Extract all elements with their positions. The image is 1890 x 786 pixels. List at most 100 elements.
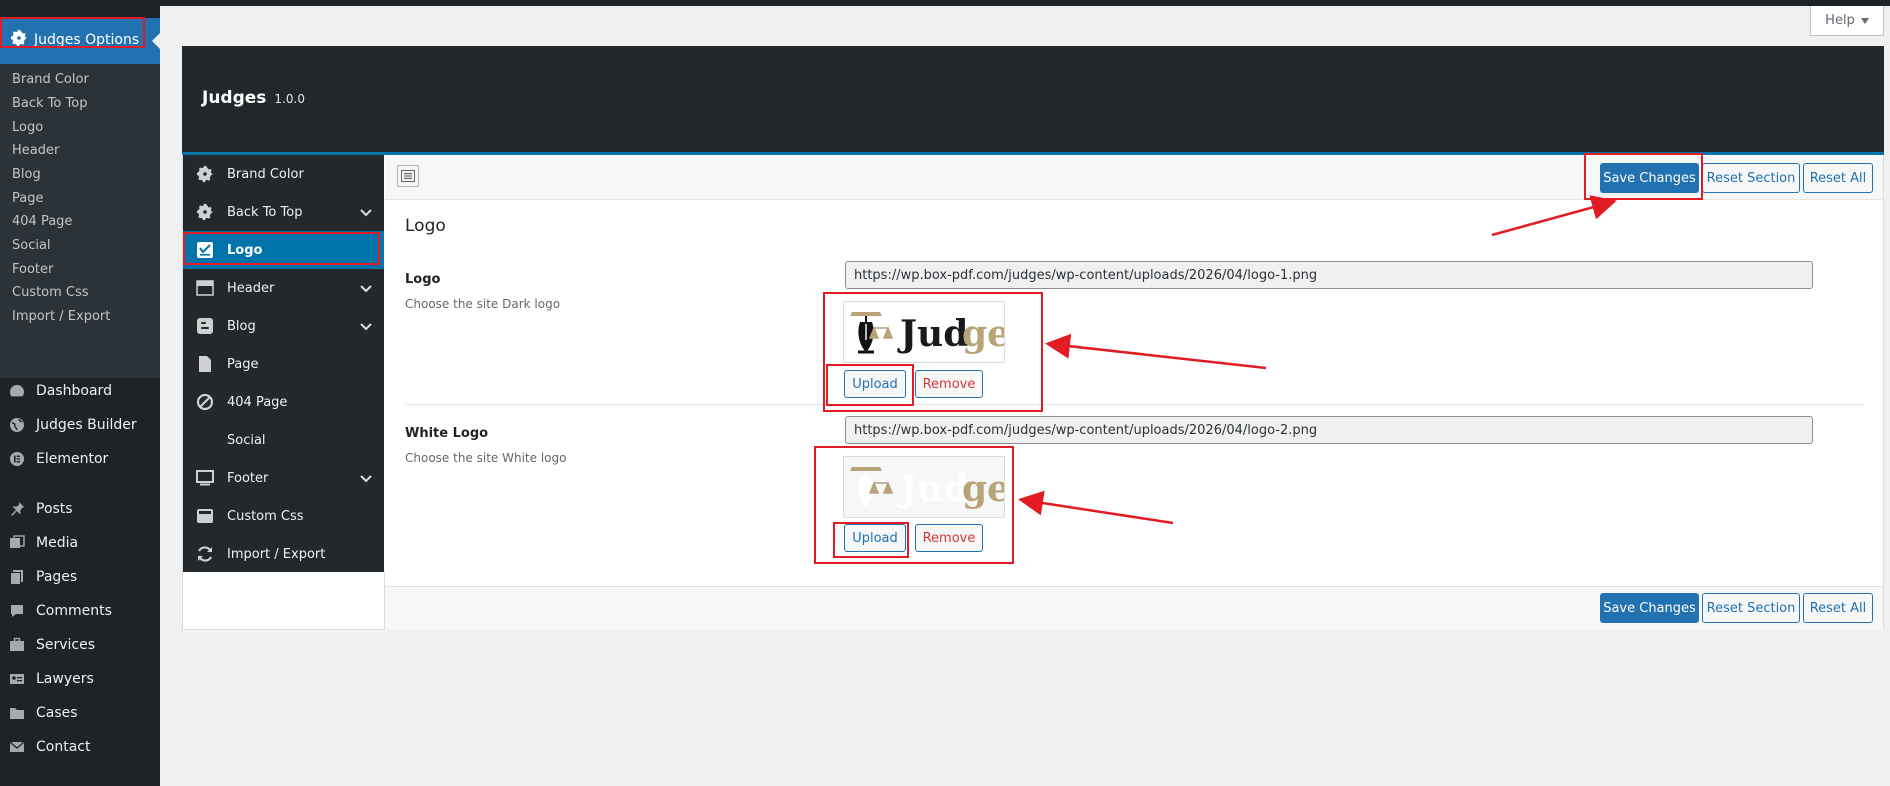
options-nav-page[interactable]: Page [183, 345, 384, 383]
help-tab[interactable]: Help [1810, 6, 1884, 36]
options-sidebar: Brand Color Back To Top Logo Header Blog… [183, 155, 384, 572]
expand-options-button[interactable] [397, 165, 419, 187]
menu-judges-builder-label: Judges Builder [36, 417, 137, 433]
white-logo-field-desc: Choose the site White logo [405, 451, 567, 465]
white-logo-field-title: White Logo [405, 426, 489, 441]
menu-media-label: Media [36, 535, 79, 551]
menu-judges-builder[interactable]: Judges Builder [8, 416, 137, 434]
menu-comments-label: Comments [36, 603, 112, 619]
white-logo-url-input[interactable] [845, 416, 1813, 444]
folder-icon [8, 704, 26, 722]
wp-admin-sidebar: Judges Options Brand Color Back To Top L… [0, 6, 160, 786]
submenu-page[interactable]: Page [12, 191, 43, 206]
menu-posts-label: Posts [36, 501, 73, 517]
wp-submenu: Brand Color Back To Top Logo Header Blog… [0, 64, 160, 378]
reset-all-button[interactable]: Reset All [1803, 163, 1873, 193]
options-nav-header[interactable]: Header [183, 269, 384, 307]
menu-comments[interactable]: Comments [8, 602, 112, 620]
media-icon [8, 534, 26, 552]
options-nav-label: 404 Page [227, 394, 288, 410]
menu-cases-label: Cases [36, 705, 78, 721]
submenu-404-page[interactable]: 404 Page [12, 214, 72, 229]
options-nav-label: Social [227, 432, 266, 448]
logo-field-desc: Choose the site Dark logo [405, 297, 561, 311]
options-nav-social[interactable]: Social [183, 421, 384, 459]
options-nav-custom-css[interactable]: Custom Css [183, 497, 384, 535]
options-nav-import-export[interactable]: Import / Export [183, 535, 384, 573]
section-title: Logo [405, 216, 446, 236]
css-icon [195, 508, 215, 524]
submenu-blog[interactable]: Blog [12, 167, 41, 182]
menu-services[interactable]: Services [8, 636, 95, 654]
reset-section-button-bottom[interactable]: Reset Section [1702, 593, 1800, 623]
pin-icon [8, 500, 26, 518]
options-nav-label: Back To Top [227, 204, 303, 220]
submenu-header[interactable]: Header [12, 143, 59, 158]
comments-icon [8, 602, 26, 620]
gear-icon [195, 165, 215, 183]
menu-media[interactable]: Media [8, 534, 78, 552]
list-icon [401, 167, 415, 186]
briefcase-icon [8, 636, 26, 654]
menu-lawyers-label: Lawyers [36, 671, 94, 687]
menu-pages-label: Pages [36, 569, 78, 585]
refresh-icon [195, 545, 215, 563]
help-label: Help [1825, 13, 1855, 28]
menu-elementor[interactable]: Elementor [8, 450, 108, 468]
menu-dashboard[interactable]: Dashboard [8, 382, 112, 400]
chevron-down-icon [360, 206, 372, 221]
header-icon [195, 280, 215, 296]
options-nav-label: Page [227, 356, 259, 372]
submenu-social[interactable]: Social [12, 238, 51, 253]
submenu-footer[interactable]: Footer [12, 262, 53, 277]
submenu-brand-color[interactable]: Brand Color [12, 72, 89, 87]
monitor-icon [195, 470, 215, 486]
annotation-box-logo-tab [183, 232, 380, 265]
caret-down-icon [1860, 13, 1869, 28]
options-sidebar-spacer [183, 572, 385, 629]
current-menu-arrow [152, 33, 160, 49]
submenu-import-export[interactable]: Import / Export [12, 309, 110, 324]
panel-title-text: Judges [202, 88, 267, 108]
submenu-back-to-top[interactable]: Back To Top [12, 96, 87, 111]
elementor-icon [8, 450, 26, 468]
menu-posts[interactable]: Posts [8, 500, 73, 518]
options-nav-label: Brand Color [227, 166, 304, 182]
save-changes-button-bottom[interactable]: Save Changes [1600, 593, 1699, 623]
submenu-logo[interactable]: Logo [12, 120, 43, 135]
menu-elementor-label: Elementor [36, 451, 109, 467]
menu-contact-label: Contact [36, 739, 91, 755]
globe-icon [8, 416, 26, 434]
annotation-box-upload-1 [826, 364, 914, 406]
options-nav-back-to-top[interactable]: Back To Top [183, 193, 384, 231]
options-panel-header: Judges 1.0.0 [182, 46, 1884, 155]
options-nav-label: Blog [227, 318, 256, 334]
options-nav-404-page[interactable]: 404 Page [183, 383, 384, 421]
id-card-icon [8, 670, 26, 688]
reset-all-button-bottom[interactable]: Reset All [1803, 593, 1873, 623]
envelope-icon [8, 738, 26, 756]
logo-url-input[interactable] [845, 261, 1813, 289]
options-nav-footer[interactable]: Footer [183, 459, 384, 497]
options-nav-blog[interactable]: Blog [183, 307, 384, 345]
logo-field-title: Logo [405, 272, 441, 287]
panel-version: 1.0.0 [274, 92, 305, 106]
submenu-custom-css[interactable]: Custom Css [12, 285, 89, 300]
annotation-box-upload-2 [833, 522, 909, 558]
admin-top-bar [0, 0, 1890, 6]
dashboard-icon [8, 382, 26, 400]
reset-section-button[interactable]: Reset Section [1702, 163, 1800, 193]
chevron-down-icon [360, 320, 372, 335]
menu-services-label: Services [36, 637, 96, 653]
options-nav-label: Custom Css [227, 508, 304, 524]
options-nav-brand-color[interactable]: Brand Color [183, 155, 384, 193]
file-icon [195, 355, 215, 373]
options-footer-bar: Save Changes Reset Section Reset All [385, 586, 1883, 630]
menu-contact[interactable]: Contact [8, 738, 90, 756]
ban-icon [195, 393, 215, 411]
menu-cases[interactable]: Cases [8, 704, 78, 722]
blogger-icon [195, 317, 215, 335]
menu-lawyers[interactable]: Lawyers [8, 670, 94, 688]
menu-pages[interactable]: Pages [8, 568, 77, 586]
pages-icon [8, 568, 26, 586]
